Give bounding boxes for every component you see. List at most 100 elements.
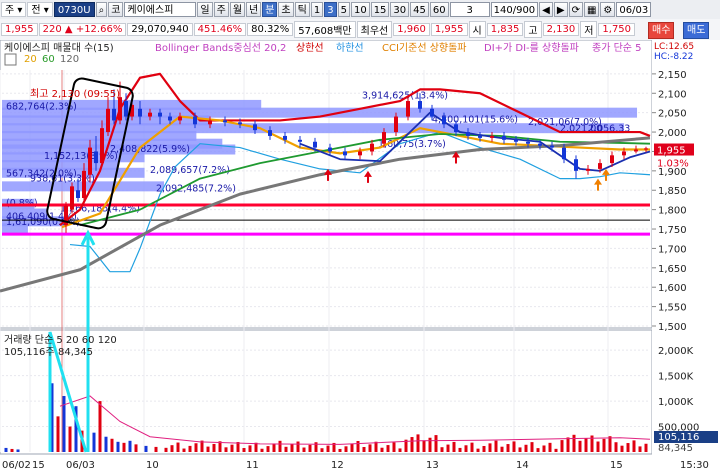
price-tick-label: 2,150 — [658, 70, 687, 81]
volume-bar — [188, 445, 192, 452]
volume-bar — [356, 441, 360, 452]
next-button[interactable]: ▶ — [553, 2, 568, 17]
volume-bar — [530, 442, 534, 452]
period-minute[interactable]: 분 — [262, 2, 278, 17]
volume-bar — [422, 440, 426, 452]
candle-body — [634, 149, 638, 152]
candle-body — [490, 135, 494, 138]
panel-toggle-icon[interactable] — [4, 53, 17, 66]
volume-bar — [284, 446, 288, 452]
volume-profile-label: 2,092,485(7.2%) — [156, 183, 236, 194]
price-tick-label: 1,650 — [658, 264, 687, 275]
grid-icon[interactable]: ▦ — [583, 2, 600, 17]
volume-bar — [644, 443, 648, 452]
settings-icon[interactable]: ⚙ — [600, 2, 616, 17]
price-legend-name: 케이에스피 매물대 수(15) — [4, 42, 114, 54]
volume-bar — [602, 438, 606, 452]
x-tick-label: 06/02 — [2, 460, 31, 471]
interval-10[interactable]: 10 — [350, 2, 370, 17]
prev-button[interactable]: ◀ — [539, 2, 553, 17]
best-bid-value: 1,955 — [430, 23, 468, 36]
type-button[interactable]: 코 — [108, 2, 124, 17]
x-tick-label: 13 — [426, 460, 439, 471]
open-label: 시 — [468, 21, 486, 38]
candle-body — [168, 116, 172, 121]
volume-bar — [350, 443, 354, 452]
sell-button[interactable]: 매도 — [683, 22, 710, 39]
volume-bar — [4, 447, 8, 452]
volume-bar — [170, 445, 174, 452]
interval-3[interactable]: 3 — [324, 2, 337, 17]
volume-legend-value2: 84,345 — [58, 347, 93, 358]
market-select[interactable]: 주 ▾ — [1, 2, 27, 17]
search-icon[interactable]: ⌕ — [95, 2, 108, 17]
volume-bar — [542, 445, 546, 452]
price-tick-label: 2,100 — [658, 89, 687, 100]
interval-value-input[interactable]: 3 — [449, 2, 490, 17]
volume-bar — [122, 442, 126, 452]
chart-area[interactable]: 682,764(2.3%) 3,914,625(13.4%) 1,152,13(3.… — [0, 39, 720, 471]
turnover-value: 451.46% — [193, 23, 247, 36]
volume-bar — [314, 442, 318, 452]
candle-body — [70, 186, 74, 210]
candle-body — [76, 190, 80, 198]
volume-last-label: 105,116 — [658, 432, 699, 443]
hc-label: HC:-8.22 — [654, 52, 693, 62]
candle-body — [238, 122, 242, 125]
candle-body — [586, 168, 590, 171]
candle-body — [178, 116, 182, 121]
last-price-pct: 1.03% — [657, 159, 689, 170]
count-field[interactable]: 140/900 — [490, 2, 539, 17]
volume-bar — [362, 447, 366, 452]
volume-bar — [326, 445, 330, 452]
candle-body — [442, 116, 446, 125]
high-label: 고 — [524, 21, 542, 38]
candle-body — [138, 108, 142, 117]
buy-button[interactable]: 매수 — [648, 22, 675, 39]
period-year[interactable]: 년 — [246, 2, 262, 17]
volume-bar — [596, 441, 600, 452]
candle-body — [112, 108, 116, 121]
candle-body — [328, 147, 332, 152]
interval-60[interactable]: 60 — [429, 2, 449, 17]
volume-bar — [272, 443, 276, 452]
candle-body — [610, 155, 614, 164]
candle-body — [562, 147, 566, 160]
interval-45[interactable]: 45 — [410, 2, 429, 17]
high-annotation: 최고 2,130 (09:55) — [30, 88, 120, 100]
ma-120-label: 120 — [60, 54, 79, 65]
candle-body — [526, 141, 530, 144]
volume-bar — [278, 440, 282, 452]
date-field[interactable]: 06/03 — [616, 2, 652, 17]
volume-bar — [506, 444, 510, 452]
period-day[interactable]: 일 — [197, 2, 213, 17]
candle-body — [88, 147, 92, 175]
volume-bar — [464, 445, 468, 452]
market-alt-select[interactable]: 전 ▾ — [27, 2, 53, 17]
interval-1[interactable]: 1 — [310, 2, 324, 17]
candle-body — [193, 116, 197, 125]
period-tick[interactable]: 틱 — [294, 2, 310, 17]
stock-name-field[interactable]: 케이에스피 — [124, 2, 197, 17]
volume-bar — [302, 447, 306, 452]
period-second[interactable]: 초 — [278, 2, 294, 17]
volume-bar — [320, 448, 324, 452]
interval-30[interactable]: 30 — [390, 2, 410, 17]
volume-bar — [638, 446, 642, 452]
candle-body — [283, 135, 287, 140]
candle-body — [622, 151, 626, 156]
volume-bar — [524, 444, 528, 452]
refresh-icon[interactable]: ⟳ — [568, 2, 583, 17]
change-amount: 220 — [42, 24, 62, 35]
interval-15[interactable]: 15 — [370, 2, 390, 17]
best-ask-value: 1,960 — [393, 23, 430, 36]
candle-body — [253, 124, 257, 131]
period-week[interactable]: 주 — [213, 2, 229, 17]
interval-5[interactable]: 5 — [337, 2, 350, 17]
period-month[interactable]: 월 — [229, 2, 246, 17]
volume-bar — [56, 416, 60, 452]
candle-body — [466, 132, 470, 136]
volume-bar — [260, 448, 264, 452]
chart-canvas[interactable]: 682,764(2.3%)3,914,625(13.4%)1,152,13(3.… — [0, 39, 720, 471]
code-input[interactable]: 0730U — [53, 2, 95, 17]
